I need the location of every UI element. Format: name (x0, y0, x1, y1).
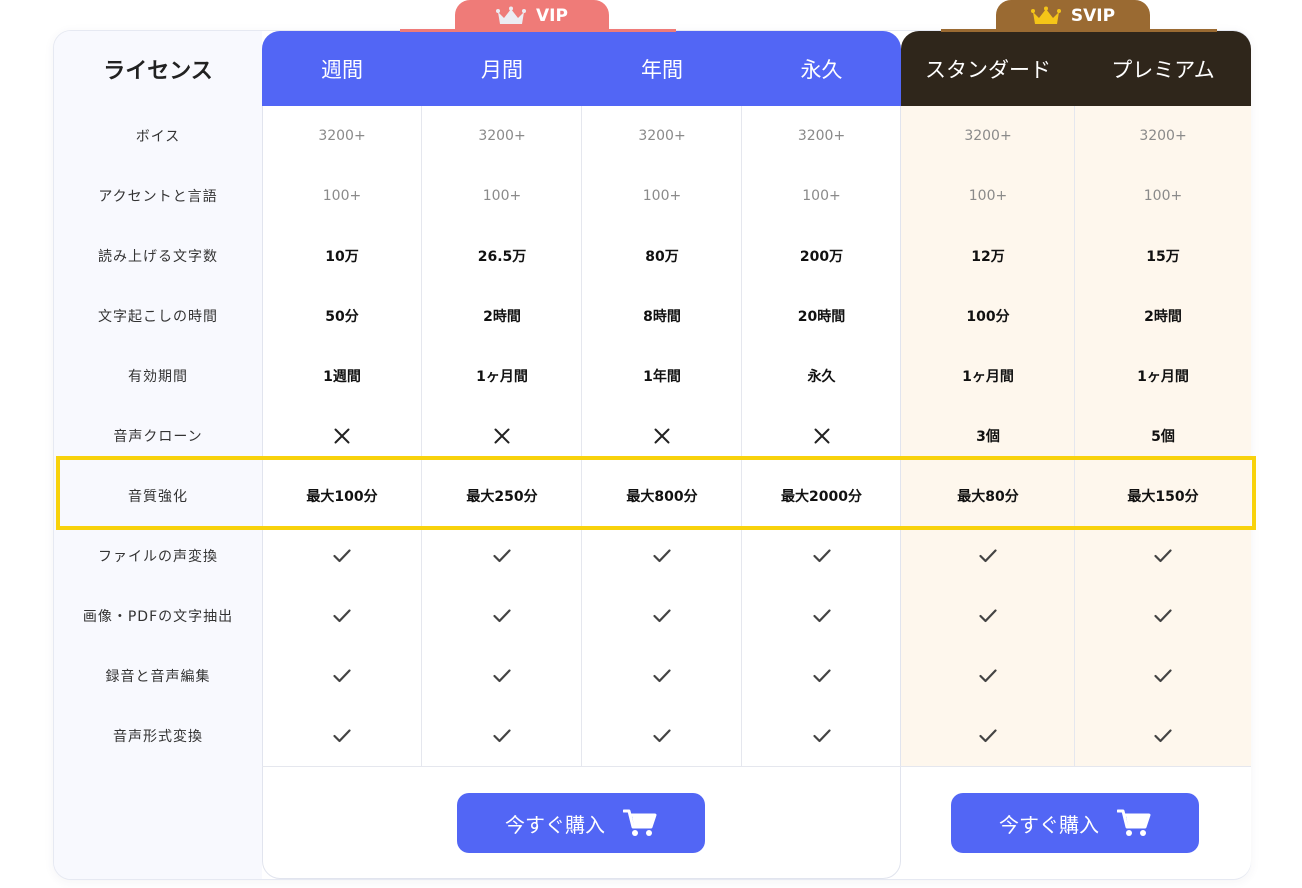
feature-value: 3200+ (318, 128, 366, 144)
check-icon (582, 526, 742, 586)
feature-value: 26.5万 (477, 249, 527, 265)
check-icon (742, 706, 901, 766)
check-icon (582, 646, 742, 706)
feature-value: 10万 (325, 249, 359, 265)
check-icon (901, 706, 1075, 766)
vip-buy-button[interactable]: 今すぐ購入 (457, 793, 705, 853)
feature-value: 2時間 (1144, 309, 1182, 325)
feature-value: 1ヶ月間 (962, 369, 1014, 385)
check-icon (901, 586, 1075, 646)
feature-value: 100+ (802, 188, 841, 204)
crown-icon (496, 6, 527, 24)
check-icon (742, 586, 901, 646)
feature-value: 1週間 (323, 369, 361, 385)
feature-label: 録音と音声編集 (105, 669, 211, 685)
feature-label: 読み上げる文字数 (98, 249, 218, 265)
feature-value: 2時間 (483, 309, 521, 325)
check-icon (1075, 706, 1251, 766)
check-icon (422, 706, 582, 766)
check-icon (262, 526, 422, 586)
feature-value: 3200+ (964, 128, 1012, 144)
check-icon (582, 706, 742, 766)
feature-label: 画像・PDFの文字抽出 (82, 609, 234, 625)
vip-tab: VIP (455, 0, 609, 31)
feature-label: ファイルの声変換 (98, 549, 218, 565)
license-heading: ライセンス (103, 58, 213, 84)
feature-value: 永久 (807, 369, 836, 385)
check-icon (742, 646, 901, 706)
check-icon (1075, 646, 1251, 706)
check-icon (1075, 586, 1251, 646)
feature-value: 80万 (645, 249, 679, 265)
check-icon (422, 526, 582, 586)
feature-label: 音声形式変換 (113, 729, 203, 745)
feature-value: 100+ (642, 188, 682, 204)
svip-buy-button[interactable]: 今すぐ購入 (951, 793, 1199, 853)
cart-icon (623, 809, 657, 836)
column-header-yearly: 年間 (641, 57, 683, 82)
crown-icon (1030, 6, 1061, 24)
feature-label: 文字起こしの時間 (98, 309, 218, 325)
cart-icon (1117, 809, 1151, 836)
feature-value: 1年間 (643, 369, 681, 385)
feature-label: 有効期間 (128, 369, 188, 385)
check-icon (262, 586, 422, 646)
feature-value: 50分 (325, 309, 359, 325)
vip-buy-label: 今すぐ購入 (505, 814, 605, 837)
feature-value: 100+ (968, 188, 1008, 204)
column-header-standard: スタンダード (925, 57, 1051, 82)
check-icon (422, 586, 582, 646)
feature-value: 100+ (322, 188, 362, 204)
feature-value: 8時間 (643, 309, 681, 325)
feature-value: 20時間 (797, 309, 846, 325)
column-header-monthly: 月間 (481, 57, 523, 82)
check-icon (262, 646, 422, 706)
feature-value: 100+ (1143, 188, 1183, 204)
feature-value: 3200+ (797, 128, 846, 144)
column-header-weekly: 週間 (321, 57, 363, 82)
svip-tab-label: SVIP (1070, 5, 1116, 26)
highlight-box (56, 456, 1256, 530)
check-icon (1075, 526, 1251, 586)
check-icon (901, 646, 1075, 706)
column-header-lifetime: 永久 (800, 57, 843, 82)
feature-value: 3200+ (638, 128, 686, 144)
check-icon (422, 646, 582, 706)
feature-value: 1ヶ月間 (1137, 369, 1189, 385)
column-header-premium: プレミアム (1111, 57, 1215, 82)
feature-value: 12万 (971, 249, 1005, 265)
feature-label: アクセントと言語 (98, 189, 218, 205)
vip-tab-label: VIP (536, 5, 568, 26)
check-icon (262, 706, 422, 766)
svip-tab: SVIP (996, 0, 1150, 31)
footer-divider (262, 766, 1251, 767)
feature-value: 100分 (966, 309, 1010, 325)
check-icon (742, 526, 901, 586)
feature-value: 200万 (799, 249, 844, 265)
check-icon (582, 586, 742, 646)
feature-value: 1ヶ月間 (476, 369, 528, 385)
feature-value: 15万 (1146, 249, 1180, 265)
feature-value: 3200+ (1139, 128, 1187, 144)
svip-buy-label: 今すぐ購入 (999, 814, 1099, 837)
check-icon (901, 526, 1075, 586)
feature-label: ボイス (135, 129, 181, 145)
feature-value: 100+ (482, 188, 522, 204)
feature-value: 3200+ (478, 128, 526, 144)
